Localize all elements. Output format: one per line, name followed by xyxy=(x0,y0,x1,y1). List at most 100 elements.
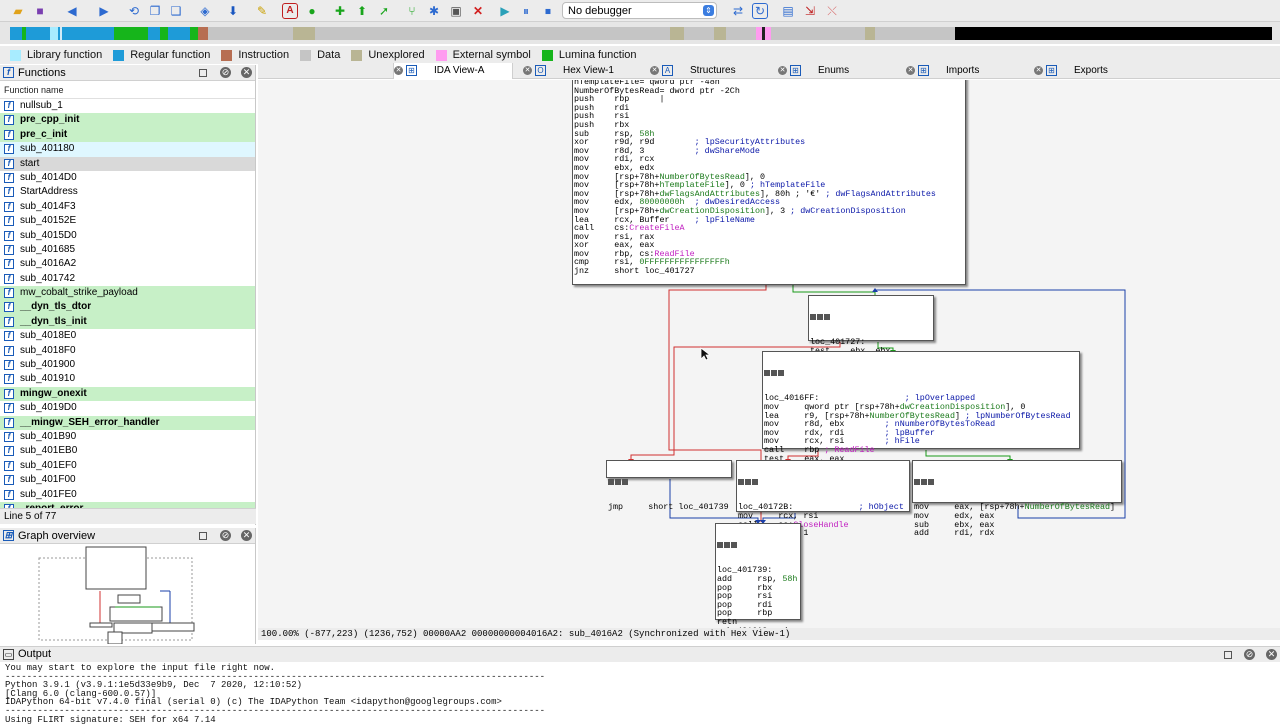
tab-close-icon[interactable]: ✕ xyxy=(1034,66,1043,75)
function-list-item[interactable]: f mw_cobalt_strike_payload xyxy=(0,286,255,301)
graph-status-bar: 100.00% (-877,223) (1236,752) 00000AA2 0… xyxy=(258,628,1280,640)
asm-line[interactable]: jmp short loc_401739 xyxy=(608,503,730,512)
function-list-item[interactable]: f sub_401FE0 xyxy=(0,488,255,502)
flow-icon[interactable]: ⇲ xyxy=(802,3,818,19)
function-list-item[interactable]: f sub_401910 xyxy=(0,372,255,386)
tab-close-icon[interactable]: ✕ xyxy=(778,66,787,75)
tab-hex-view[interactable]: ✕ O Hex View-1 xyxy=(523,63,643,79)
gear-icon[interactable]: ✱ xyxy=(426,3,442,19)
tab-ida-view-a[interactable]: ✕ ⊞ IDA View-A xyxy=(393,63,513,79)
function-list-item[interactable]: f nullsub_1 xyxy=(0,99,255,113)
function-name: sub_401685 xyxy=(20,243,76,255)
wand-icon[interactable]: ✎ xyxy=(254,3,270,19)
function-name-column-header[interactable]: Function name xyxy=(0,81,255,99)
function-list-item[interactable]: f sub_4014F3 xyxy=(0,200,255,214)
function-list-item[interactable]: f sub_4015D0 xyxy=(0,229,255,243)
paste-icon[interactable]: ❑ xyxy=(168,3,184,19)
function-list-item[interactable]: f sub_4019D0 xyxy=(0,401,255,415)
function-list-item[interactable]: f sub_401685 xyxy=(0,243,255,257)
graph-block-jmp[interactable]: jmp short loc_401739 xyxy=(606,460,732,511)
graph-overview-canvas[interactable] xyxy=(0,545,256,644)
fork-icon[interactable]: ⑂ xyxy=(404,3,420,19)
image-icon[interactable]: ▣ xyxy=(448,3,464,19)
asm-line[interactable]: add rdi, rdx xyxy=(914,529,1120,538)
function-list-item[interactable]: f __dyn_tls_init xyxy=(0,314,255,330)
copy-icon[interactable]: ❐ xyxy=(147,3,163,19)
function-list-item[interactable]: f sub_401900 xyxy=(0,358,255,372)
circle-icon[interactable]: ● xyxy=(304,3,320,19)
function-list-item[interactable]: f sub_401B90 xyxy=(0,430,255,444)
function-list-item[interactable]: f sub_4018E0 xyxy=(0,329,255,343)
float-icon[interactable]: ⊘ xyxy=(220,67,231,78)
function-list-item[interactable]: f sub_4016A2 xyxy=(0,257,255,271)
output-panel-title: Output xyxy=(18,648,52,660)
graph-block-loc-401739[interactable]: loc_401739: add rsp, 58h pop rbx pop rsi pop… xyxy=(715,523,801,628)
graph-block-loc-40172b[interactable]: loc_40172B: ; hObjectmov rcx, rsicall cs… xyxy=(736,460,910,537)
text-icon[interactable]: A xyxy=(282,3,298,19)
pause-icon[interactable]: ⏸ xyxy=(518,3,534,19)
play-icon[interactable]: ▶ xyxy=(497,3,513,19)
function-list-item[interactable]: f start xyxy=(0,156,255,171)
function-list-item[interactable]: f pre_c_init xyxy=(0,127,255,143)
function-list-item[interactable]: f StartAddress xyxy=(0,185,255,199)
upload-icon[interactable]: ⬆ xyxy=(354,3,370,19)
forward-icon[interactable]: ▶ xyxy=(96,3,112,19)
undo-icon[interactable]: ⟲ xyxy=(126,3,142,19)
asm-line[interactable]: jnz short loc_401727 xyxy=(574,267,964,276)
asm-token: jnz short loc_401727 xyxy=(574,266,695,277)
function-list-item[interactable]: f sub_401EF0 xyxy=(0,459,255,473)
function-icon: f xyxy=(4,230,14,241)
tab-close-icon[interactable]: ✕ xyxy=(394,66,403,75)
function-list-item[interactable]: f sub_401EB0 xyxy=(0,444,255,458)
maximize-icon[interactable] xyxy=(199,532,207,540)
stop-square-icon[interactable]: ⏹ xyxy=(540,3,556,19)
graph-block-loc-401727[interactable]: loc_401727:test ebx, ebxjg short loc_401… xyxy=(808,295,934,364)
folder-open-icon[interactable]: ▰ xyxy=(10,3,26,19)
asm-line[interactable]: push rsi xyxy=(574,112,964,121)
tab-close-icon[interactable]: ✕ xyxy=(906,66,915,75)
float-icon[interactable]: ⊘ xyxy=(1244,649,1255,660)
refresh-icon[interactable]: ↻ xyxy=(752,3,768,19)
layers-icon[interactable]: ◈ xyxy=(197,3,213,19)
maximize-icon[interactable] xyxy=(1224,651,1232,659)
debug-icon[interactable]: ⇄ xyxy=(730,3,746,19)
asm-line[interactable]: push rbp | xyxy=(574,95,964,104)
graph-block-loc-4016ff[interactable]: loc_4016FF: ; lpOverlapped mov qword ptr … xyxy=(762,351,1080,471)
ida-graph-view[interactable]: hTemplateFile= qword ptr -48h NumberOfByt… xyxy=(258,80,1280,628)
output-text[interactable]: You may start to explore the input file … xyxy=(0,662,1280,726)
function-list-item[interactable]: f sub_401F00 xyxy=(0,473,255,487)
plugin-icon[interactable]: ▤ xyxy=(780,3,796,19)
tab-close-icon[interactable]: ✕ xyxy=(650,66,659,75)
navigation-bar[interactable] xyxy=(10,27,1272,40)
function-list-item[interactable]: f sub_401180 xyxy=(0,142,255,157)
function-list-item[interactable]: f sub_401742 xyxy=(0,272,255,286)
stop-icon[interactable]: ✕ xyxy=(470,3,486,19)
close-icon[interactable]: ✕ xyxy=(241,530,252,541)
tab-close-icon[interactable]: ✕ xyxy=(523,66,532,75)
tab-exports[interactable]: ✕ ⊞ Exports xyxy=(1034,63,1154,79)
function-list-item[interactable]: f __dyn_tls_dtor xyxy=(0,300,255,315)
maximize-icon[interactable] xyxy=(199,69,207,77)
back-icon[interactable]: ◀ xyxy=(64,3,80,19)
tab-imports[interactable]: ✕ ⊞ Imports xyxy=(906,63,1026,79)
plus-icon[interactable]: ✚ xyxy=(332,3,348,19)
function-list-item[interactable]: f sub_4018F0 xyxy=(0,344,255,358)
save-icon[interactable]: ■ xyxy=(32,3,48,19)
function-list-item[interactable]: f __mingw_SEH_error_handler xyxy=(0,415,255,430)
function-list-item[interactable]: f sub_4014D0 xyxy=(0,171,255,185)
breakpoint-icon[interactable]: ⤬ xyxy=(824,3,840,19)
close-icon[interactable]: ✕ xyxy=(1266,649,1277,660)
function-list-item[interactable]: f sub_40152E xyxy=(0,214,255,228)
graph-block-prologue[interactable]: hTemplateFile= qword ptr -48h NumberOfByt… xyxy=(572,80,966,285)
function-list-item[interactable]: f mingw_onexit xyxy=(0,386,255,402)
close-icon[interactable]: ✕ xyxy=(241,67,252,78)
float-icon[interactable]: ⊘ xyxy=(220,530,231,541)
arrow-icon[interactable]: ➚ xyxy=(376,3,392,19)
download-icon[interactable]: ⬇ xyxy=(225,3,241,19)
tab-enums[interactable]: ✕ ⊞ Enums xyxy=(778,63,898,79)
asm-line[interactable]: push rdi xyxy=(574,103,964,113)
graph-block-add[interactable]: mov eax, [rsp+78h+NumberOfBytesRead] mov … xyxy=(912,460,1122,537)
debugger-select[interactable]: No debugger ⇕ xyxy=(562,2,717,19)
tab-structures[interactable]: ✕ A Structures xyxy=(650,63,770,79)
function-list-item[interactable]: f pre_cpp_init xyxy=(0,113,255,128)
